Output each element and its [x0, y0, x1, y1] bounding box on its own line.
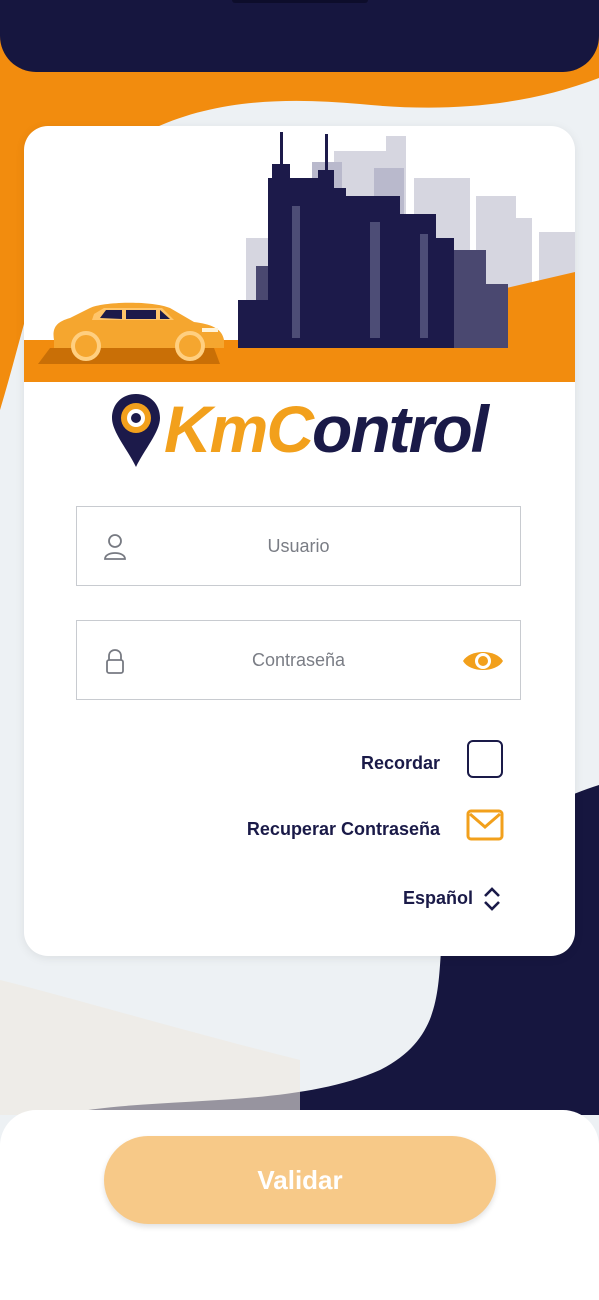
- recover-password-link[interactable]: Recuperar Contraseña: [247, 819, 440, 840]
- app-logo: KmControl: [110, 392, 490, 470]
- validate-button[interactable]: Validar: [104, 1136, 496, 1224]
- remember-label: Recordar: [360, 753, 440, 773]
- password-placeholder: Contraseña: [251, 650, 346, 670]
- status-bar-area: [0, 0, 599, 72]
- brand-name: KmControl: [164, 392, 489, 466]
- login-card: KmControl Usuario Contraseña Recordar Re…: [24, 126, 575, 956]
- username-placeholder: Usuario: [267, 536, 330, 556]
- chevron-up-down-icon[interactable]: [482, 886, 502, 912]
- eye-icon[interactable]: [462, 647, 504, 675]
- mail-icon[interactable]: [466, 809, 504, 841]
- device-notch: [232, 0, 368, 3]
- location-pin-icon: [112, 394, 160, 467]
- remember-checkbox[interactable]: [467, 740, 503, 778]
- language-selector[interactable]: Español: [403, 888, 473, 909]
- username-field[interactable]: Usuario: [76, 506, 521, 586]
- password-field[interactable]: Contraseña: [76, 620, 521, 700]
- city-taxi-illustration: [24, 132, 575, 382]
